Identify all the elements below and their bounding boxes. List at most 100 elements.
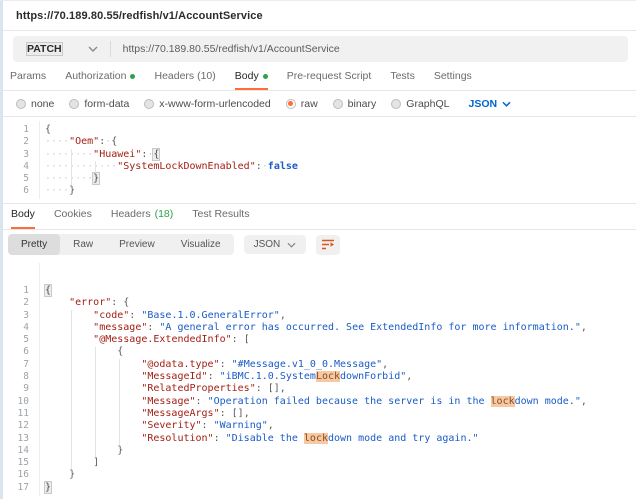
line-number: 9 — [3, 383, 29, 395]
url-input[interactable]: https://70.189.80.55/redfish/v1/AccountS… — [111, 43, 340, 55]
body-type-none[interactable]: none — [16, 98, 54, 110]
response-toolbar: PrettyRawPreviewVisualize JSON — [3, 230, 636, 259]
line-number: 5 — [3, 173, 29, 185]
line-number: 16 — [3, 469, 29, 481]
gutter-divider — [39, 263, 40, 496]
line-number: 8 — [3, 371, 29, 383]
body-type-raw[interactable]: raw — [286, 98, 318, 110]
line-number: 11 — [3, 408, 29, 420]
line-number: 6 — [3, 346, 29, 358]
request-body-editor[interactable]: 1{2····"Oem":·{3········"Huawei":·{4····… — [3, 117, 636, 204]
code-line: 3········"Huawei":·{ — [3, 149, 636, 161]
tab-label: Pre-request Script — [287, 70, 372, 82]
line-number: 4 — [3, 161, 29, 173]
radio-icon — [286, 99, 296, 109]
line-number: 13 — [3, 433, 29, 445]
radio-icon — [391, 99, 401, 109]
view-raw[interactable]: Raw — [60, 234, 106, 255]
code-line: 2····"Oem":·{ — [3, 136, 636, 148]
code-line: 4 "message": "A general error has occurr… — [3, 322, 636, 334]
code-line: 6····} — [3, 185, 636, 197]
line-number: 3 — [3, 149, 29, 161]
code-line: 12 "Severity": "Warning", — [3, 420, 636, 432]
postman-request-view: https://70.189.80.55/redfish/v1/AccountS… — [0, 0, 636, 499]
wrap-line-icon — [321, 239, 335, 250]
line-number: 7 — [3, 359, 29, 371]
tab-label: Body — [235, 70, 259, 82]
code-line: 16 } — [3, 469, 636, 481]
body-type-form-data[interactable]: form-data — [69, 98, 129, 110]
line-number: 2 — [3, 136, 29, 148]
response-format-select[interactable]: JSON — [244, 235, 307, 254]
tab-label: Authorization — [65, 70, 126, 82]
chevron-down-icon — [88, 46, 98, 52]
tab-label: Headers (10) — [154, 70, 215, 82]
radio-label: none — [31, 98, 54, 110]
body-format-select[interactable]: JSON — [468, 98, 511, 110]
tab-count: (18) — [155, 208, 174, 220]
tab-settings[interactable]: Settings — [434, 70, 472, 90]
tab-params[interactable]: Params — [10, 70, 46, 90]
tab-tests[interactable]: Tests — [390, 70, 415, 90]
tab-label: Headers — [111, 208, 151, 220]
radio-label: binary — [348, 98, 377, 110]
url-row: PATCH https://70.189.80.55/redfish/v1/Ac… — [3, 31, 636, 67]
response-tab-headers[interactable]: Headers (18) — [111, 208, 173, 229]
radio-icon — [16, 99, 26, 109]
green-status-dot-icon — [130, 74, 135, 79]
tab-pre-request-script[interactable]: Pre-request Script — [287, 70, 372, 90]
response-format-label: JSON — [254, 239, 281, 250]
code-line: 1{ — [3, 124, 636, 136]
line-number: 12 — [3, 420, 29, 432]
body-type-row: none form-data x-www-form-urlencoded raw bin… — [3, 91, 636, 117]
line-number: 10 — [3, 396, 29, 408]
tab-label: Cookies — [54, 208, 92, 220]
line-number: 15 — [3, 457, 29, 469]
radio-icon — [69, 99, 79, 109]
code-line: 5········} — [3, 173, 636, 185]
tab-authorization[interactable]: Authorization — [65, 70, 135, 90]
tab-label: Test Results — [192, 208, 249, 220]
response-tab-body[interactable]: Body — [11, 208, 35, 229]
body-type-x-www-form-urlencoded[interactable]: x-www-form-urlencoded — [144, 98, 270, 110]
response-tab-test-results[interactable]: Test Results — [192, 208, 249, 229]
code-line: 7 "@odata.type": "#Message.v1_0_0.Messag… — [3, 359, 636, 371]
gutter-divider — [39, 121, 40, 199]
indent-guide — [95, 161, 96, 173]
code-line: 1{ — [3, 285, 636, 297]
code-line: 10 "Message": "Operation failed because … — [3, 396, 636, 408]
code-line: 5 "@Message.ExtendedInfo": [ — [3, 334, 636, 346]
response-tab-cookies[interactable]: Cookies — [54, 208, 92, 229]
view-visualize[interactable]: Visualize — [168, 234, 234, 255]
tab-label: Params — [10, 70, 46, 82]
indent-guide — [71, 149, 72, 186]
line-number: 1 — [3, 285, 29, 297]
code-line: 15 ] — [3, 457, 636, 469]
code-line: 13 "Resolution": "Disable the lockdown m… — [3, 433, 636, 445]
radio-label: raw — [301, 98, 318, 110]
chevron-down-icon — [502, 101, 511, 107]
view-preview[interactable]: Preview — [106, 234, 168, 255]
indent-guide — [119, 359, 120, 445]
body-type-graphql[interactable]: GraphQL — [391, 98, 449, 110]
code-line: 11 "MessageArgs": [], — [3, 408, 636, 420]
code-line: 9 "RelatedProperties": [], — [3, 383, 636, 395]
line-number: 2 — [3, 297, 29, 309]
body-type-binary[interactable]: binary — [333, 98, 377, 110]
view-pretty[interactable]: Pretty — [8, 234, 60, 255]
line-number: 6 — [3, 185, 29, 197]
request-tabs: Params Authorization Headers (10) Body Pre-r… — [3, 67, 636, 91]
tab-headers-10[interactable]: Headers (10) — [154, 70, 215, 90]
tab-body[interactable]: Body — [235, 70, 268, 90]
line-number: 1 — [3, 124, 29, 136]
line-number: 4 — [3, 322, 29, 334]
response-body-editor[interactable]: 1{2 "error": {3 "code": "Base.1.0.Genera… — [3, 259, 636, 499]
method-dropdown[interactable]: PATCH — [13, 43, 110, 55]
line-number: 17 — [3, 482, 29, 494]
code-line: 2 "error": { — [3, 297, 636, 309]
url-box: PATCH https://70.189.80.55/redfish/v1/Ac… — [13, 36, 628, 62]
green-status-dot-icon — [263, 74, 268, 79]
tab-label: Body — [11, 208, 35, 220]
wrap-line-button[interactable] — [316, 235, 340, 255]
code-line: 14 } — [3, 445, 636, 457]
